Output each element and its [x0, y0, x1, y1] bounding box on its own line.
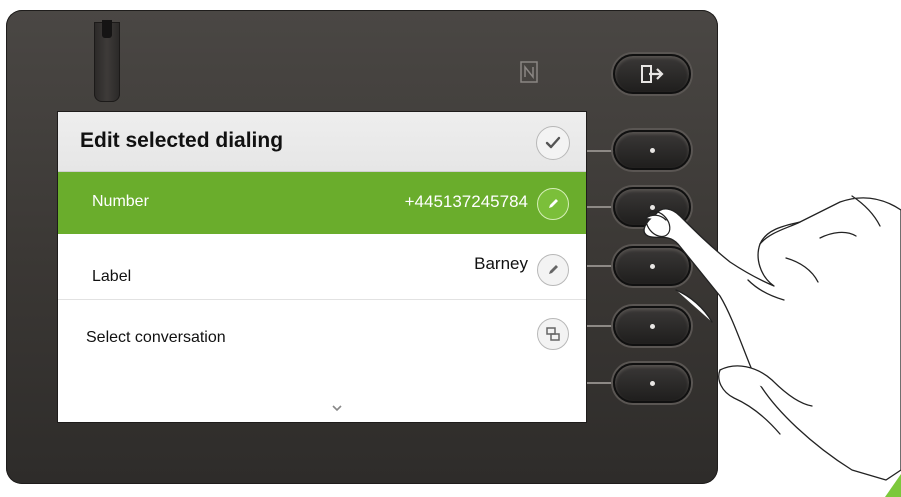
pencil-icon: [549, 265, 558, 274]
nfc-icon: [520, 61, 538, 83]
confirm-button[interactable]: [536, 126, 570, 160]
title-bar: Edit selected dialing: [58, 112, 586, 172]
line-key-4[interactable]: [613, 306, 691, 346]
page-title: Edit selected dialing: [80, 129, 284, 152]
list-item-number[interactable]: Number +445137245784: [58, 172, 586, 234]
row-value: Barney: [474, 254, 528, 273]
row-label: Select conversation: [86, 329, 226, 346]
pencil-icon: [549, 199, 558, 208]
select-conversation-button[interactable]: [537, 318, 569, 350]
handset-slot: [94, 20, 120, 102]
logout-icon: [641, 65, 664, 83]
key-connector-line: [583, 382, 615, 384]
key-dot: [650, 205, 655, 210]
key-connector-line: [583, 325, 615, 327]
conversation-icon: [546, 327, 560, 341]
line-key-1[interactable]: [613, 130, 691, 170]
key-dot: [650, 381, 655, 386]
edit-number-button[interactable]: [537, 188, 569, 220]
key-connector-line: [583, 150, 615, 152]
list-item-select-conversation[interactable]: Select conversation: [58, 302, 586, 364]
corner-triangle-marker: [885, 474, 901, 497]
line-key-2[interactable]: [613, 187, 691, 227]
line-key-5[interactable]: [613, 363, 691, 403]
logout-key[interactable]: [613, 54, 691, 94]
key-connector-line: [583, 265, 615, 267]
phone-display: Edit selected dialing Number +4451372457…: [58, 112, 586, 422]
key-dot: [650, 148, 655, 153]
stage: Edit selected dialing Number +4451372457…: [0, 0, 901, 497]
line-key-3[interactable]: [613, 246, 691, 286]
checkmark-icon: [545, 136, 561, 149]
key-dot: [650, 264, 655, 269]
key-dot: [650, 324, 655, 329]
row-label: Number: [92, 193, 149, 210]
edit-label-button[interactable]: [537, 254, 569, 286]
row-value: +445137245784: [404, 192, 528, 211]
key-connector-line: [583, 206, 615, 208]
chevron-down-icon[interactable]: [331, 404, 343, 412]
row-label: Label: [92, 268, 132, 285]
list-item-label[interactable]: Label Barney: [58, 238, 586, 300]
